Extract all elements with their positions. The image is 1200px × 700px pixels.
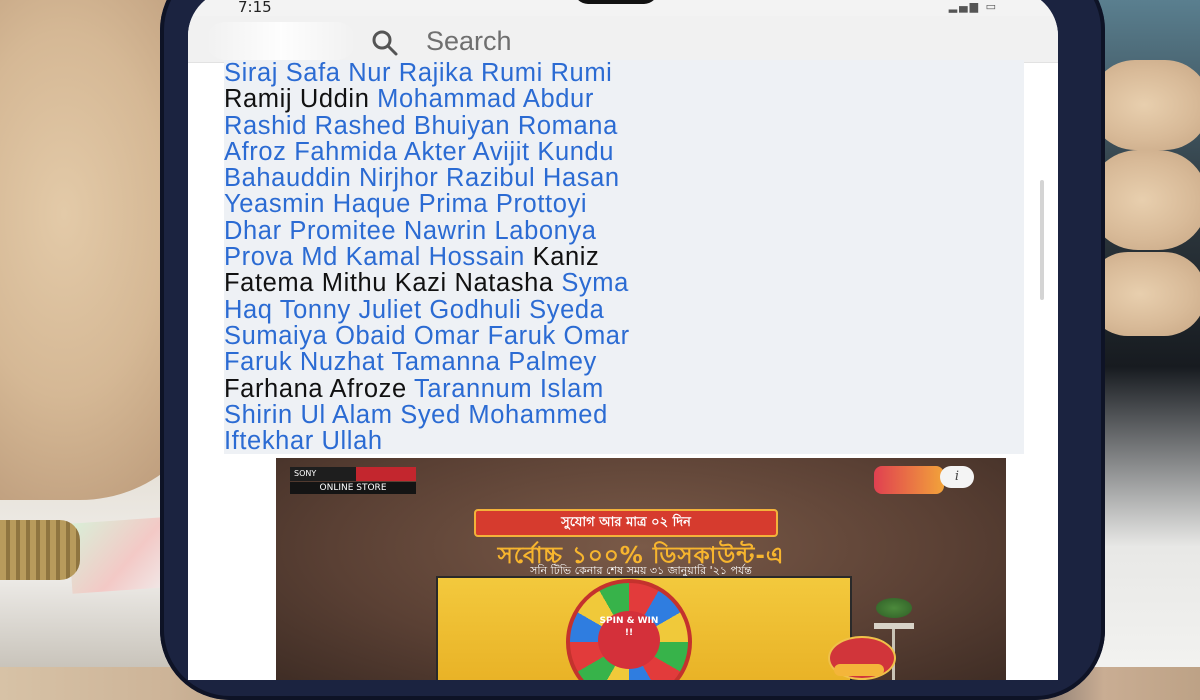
finger-top xyxy=(1090,60,1200,150)
article-line: Sumaiya Obaid Omar Faruk Omar xyxy=(224,323,1024,349)
ad-brand-text: SONY xyxy=(294,469,317,478)
name-text: Kaniz xyxy=(532,243,600,272)
article-line: Prova Md Kamal Hossain Kaniz xyxy=(224,244,1024,270)
name-link[interactable]: Haq Tonny Juliet Godhuli Syeda xyxy=(224,296,604,324)
plant-icon xyxy=(876,598,912,618)
name-link[interactable]: Rashid Rashed Bhuiyan Romana xyxy=(224,112,618,140)
article-line: Farhana Afroze Tarannum Islam xyxy=(224,374,1024,403)
article-line: Fatema Mithu Kazi Natasha Syma xyxy=(224,270,1024,296)
article-line: Iftekhar Ullah xyxy=(224,428,1024,454)
name-link[interactable]: Prova Md Kamal Hossain xyxy=(224,243,533,271)
name-link[interactable]: Sumaiya Obaid Omar Faruk Omar xyxy=(224,322,630,350)
name-link[interactable]: Faruk Nuzhat Tamanna Palmey xyxy=(224,348,597,376)
ad-brand-logo: SONY xyxy=(290,467,416,481)
article-line: Afroz Fahmida Akter Avijit Kundu xyxy=(224,139,1024,165)
ad-badge-ribbon xyxy=(834,664,884,676)
signal-icon: ▂▄▆ ▭ xyxy=(948,0,998,13)
name-link[interactable]: Syma xyxy=(561,269,629,297)
status-bar: 7:15 ▂▄▆ ▭ xyxy=(188,0,1058,16)
ad-offer-pill: সুযোগ আর মাত্র ০২ দিন xyxy=(474,509,778,537)
ad-new-badge xyxy=(874,466,944,494)
name-text: Fatema Mithu Kazi Natasha xyxy=(224,269,562,298)
article-line: Yeasmin Haque Prima Prottoyi xyxy=(224,191,1024,217)
ad-banner[interactable]: SONY ONLINE STORE i সুযোগ আর মাত্র ০২ দি… xyxy=(276,458,1006,680)
name-link[interactable]: Afroz Fahmida Akter Avijit Kundu xyxy=(224,138,614,166)
article-line: Dhar Promitee Nawrin Labonya xyxy=(224,218,1024,244)
camera-notch xyxy=(574,0,658,4)
article-line: Siraj Safa Nur Rajika Rumi Rumi xyxy=(224,60,1024,86)
phone-screen: 7:15 ▂▄▆ ▭ Search Siraj Safa Nur Rajika … xyxy=(188,0,1058,680)
name-link[interactable]: Dhar Promitee Nawrin Labonya xyxy=(224,217,597,245)
article-text: Siraj Safa Nur Rajika Rumi Rumi Ramij Udd… xyxy=(224,60,1024,455)
name-text: Ramij Uddin xyxy=(224,85,378,114)
article-line: Haq Tonny Juliet Godhuli Syeda xyxy=(224,297,1024,323)
name-link[interactable]: Iftekhar Ullah xyxy=(224,427,383,455)
scroll-indicator xyxy=(1040,180,1044,300)
name-link[interactable]: Shirin Ul Alam Syed Mohammed xyxy=(224,401,608,429)
bracelet xyxy=(0,520,80,580)
ad-brand-sub: ONLINE STORE xyxy=(290,482,416,494)
name-link[interactable]: Mohammad Abdur xyxy=(377,85,594,113)
spin-wheel-label: SPIN & WIN !! xyxy=(598,611,660,669)
name-link[interactable]: Siraj Safa Nur Rajika Rumi Rumi xyxy=(224,59,612,87)
name-link[interactable]: Tarannum Islam xyxy=(414,375,604,403)
search-icon[interactable] xyxy=(368,26,402,60)
status-time: 7:15 xyxy=(238,0,272,16)
article-line: Rashid Rashed Bhuiyan Romana xyxy=(224,112,1024,140)
article-line: Bahauddin Nirjhor Razibul Hasan xyxy=(224,165,1024,191)
screen-glare xyxy=(206,22,356,60)
ad-info-icon[interactable]: i xyxy=(940,466,974,488)
article-line: Faruk Nuzhat Tamanna Palmey xyxy=(224,349,1024,375)
article-line: Shirin Ul Alam Syed Mohammed xyxy=(224,402,1024,428)
name-link[interactable]: Yeasmin Haque Prima Prottoyi xyxy=(224,190,587,218)
article-line: Ramij Uddin Mohammad Abdur xyxy=(224,86,1024,112)
search-input[interactable]: Search xyxy=(426,26,512,57)
name-link[interactable]: Bahauddin Nirjhor Razibul Hasan xyxy=(224,164,620,192)
ad-brand-red-block xyxy=(356,467,416,481)
name-text: Farhana Afroze xyxy=(224,374,414,403)
